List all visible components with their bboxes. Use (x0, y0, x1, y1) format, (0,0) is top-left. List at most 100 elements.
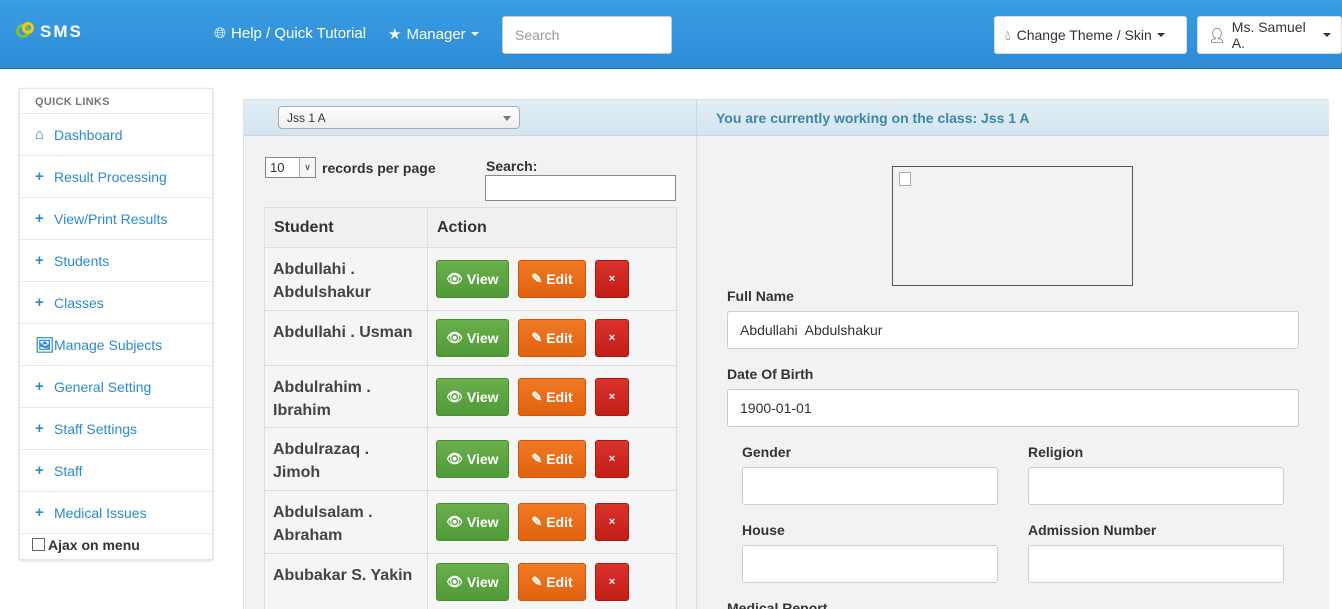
row-actions: 👁︎ View ✎ Edit × (427, 310, 677, 366)
eye-icon: 👁︎ (446, 514, 463, 529)
panel-header: Jss 1 A You are currently working on the… (244, 100, 1329, 136)
view-button[interactable]: 👁︎ View (436, 440, 509, 478)
sidebar-item-label: Staff (54, 462, 83, 479)
sidebar-item-result-processing[interactable]: + Result Processing (20, 155, 212, 197)
edit-button[interactable]: ✎ Edit (518, 440, 586, 478)
table-search-input[interactable] (485, 175, 676, 201)
user-menu[interactable]: 👤︎ Ms. Samuel A. (1197, 16, 1342, 54)
dropdown-arrow-icon (503, 116, 511, 121)
view-button[interactable]: 👁︎ View (436, 319, 509, 357)
edit-label: Edit (546, 573, 573, 590)
dob-field[interactable]: 1900-01-01 (727, 389, 1299, 427)
eye-icon: 👁︎ (446, 388, 463, 404)
edit-button[interactable]: ✎ Edit (518, 260, 586, 298)
search-input[interactable] (502, 16, 672, 54)
sidebar-item-label: Classes (54, 294, 104, 311)
sidebar-item-label: Medical Issues (54, 504, 147, 521)
sidebar-heading: QUICK LINKS (35, 96, 110, 108)
view-button[interactable]: 👁︎ View (436, 377, 509, 416)
star-icon: ★ (388, 26, 402, 43)
delete-button[interactable]: × (595, 319, 629, 357)
manager-menu-label: Manager (406, 25, 466, 43)
help-link[interactable]: 🌐︎ Help / Quick Tutorial (214, 25, 366, 42)
edit-button[interactable]: ✎ Edit (518, 319, 586, 357)
view-button[interactable]: 👁︎ View (436, 260, 509, 298)
edit-label: Edit (546, 271, 573, 287)
house-field[interactable] (742, 545, 998, 583)
view-button[interactable]: 👁︎ View (436, 503, 509, 541)
manager-menu[interactable]: ★ Manager (388, 25, 479, 43)
row-actions: 👁︎ View ✎ Edit × (427, 553, 677, 609)
plus-icon: + (35, 252, 44, 269)
home-icon: ⌂ (35, 126, 45, 143)
sidebar-item-medical-issues[interactable]: + Medical Issues (20, 491, 212, 533)
sidebar-item-general-setting[interactable]: + General Setting (20, 365, 212, 407)
column-header-student[interactable]: Student (264, 207, 428, 248)
full-name-field[interactable]: Abdullahi Abdulshakur (727, 311, 1299, 349)
row-actions: 👁︎ View ✎ Edit × (427, 247, 677, 311)
delete-label: × (608, 273, 616, 285)
class-select[interactable]: Jss 1 A (278, 106, 520, 129)
view-label: View (466, 388, 499, 405)
ajax-on-menu-checkbox[interactable]: Ajax on menu (20, 533, 212, 555)
change-theme-button[interactable]: 💧︎ Change Theme / Skin (994, 16, 1187, 54)
class-select-value: Jss 1 A (287, 111, 326, 125)
caret-down-icon (1323, 33, 1331, 37)
religion-field[interactable] (1028, 467, 1284, 505)
dob-value: 1900-01-01 (740, 400, 812, 416)
sidebar-item-label: Dashboard (54, 126, 123, 143)
row-actions: 👁︎ View ✎ Edit × (427, 427, 677, 491)
sidebar-item-dashboard[interactable]: ⌂ Dashboard (20, 113, 212, 155)
view-label: View (466, 573, 499, 590)
student-name: Abdullahi . Abdulshakur (264, 247, 428, 311)
main-panel: Jss 1 A You are currently working on the… (243, 99, 1329, 609)
sidebar-item-classes[interactable]: + Classes (20, 281, 212, 323)
checkbox-icon[interactable] (32, 538, 45, 551)
admission-number-field[interactable] (1028, 545, 1284, 583)
sidebar-item-manage-subjects[interactable]: 🖼︎ Manage Subjects (20, 323, 212, 365)
edit-icon: ✎ (531, 388, 543, 404)
sidebar-item-students[interactable]: + Students (20, 239, 212, 281)
full-name-label: Full Name (727, 288, 794, 304)
edit-button[interactable]: ✎ Edit (518, 562, 586, 601)
edit-label: Edit (546, 451, 573, 467)
eye-icon: 👁︎ (446, 573, 463, 589)
student-name: Abdulrahim . Ibrahim (264, 365, 428, 428)
delete-button[interactable]: × (595, 440, 629, 478)
table-search-label: Search: (486, 158, 538, 174)
medical-report-label: Medical Report (727, 600, 828, 609)
student-name: Abubakar S. Yakin (264, 553, 428, 609)
edit-label: Edit (546, 330, 573, 346)
plus-icon: + (35, 420, 44, 437)
view-button[interactable]: 👁︎ View (436, 562, 509, 601)
row-actions: 👁︎ View ✎ Edit × (427, 365, 677, 428)
full-name-value: Abdullahi Abdulshakur (740, 322, 883, 338)
delete-button[interactable]: × (595, 377, 629, 416)
view-label: View (466, 514, 499, 530)
table-row: Abubakar S. Yakin 👁︎ View ✎ Edit × (264, 553, 677, 609)
gender-field[interactable] (742, 467, 998, 505)
student-name: Abdulsalam . Abraham (264, 490, 428, 554)
view-label: View (466, 451, 499, 467)
table-row: Abdulrahim . Ibrahim 👁︎ View ✎ Edit × (264, 365, 677, 428)
sidebar-item-staff[interactable]: + Staff (20, 449, 212, 491)
caret-down-icon (1156, 33, 1165, 37)
delete-label: × (608, 575, 616, 588)
student-name: Abdulrazaq . Jimoh (264, 427, 428, 491)
delete-button[interactable]: × (595, 260, 629, 298)
student-detail-pane: Full Name Abdullahi Abdulshakur Date Of … (696, 136, 1329, 609)
edit-icon: ✎ (531, 573, 543, 589)
delete-button[interactable]: × (595, 562, 629, 601)
edit-button[interactable]: ✎ Edit (518, 377, 586, 416)
sidebar-item-view-print-results[interactable]: + View/Print Results (20, 197, 212, 239)
sidebar-item-label: Students (54, 252, 110, 269)
table-row: Abdullahi . Abdulshakur 👁︎ View ✎ Edit × (264, 247, 677, 311)
records-per-page: 10 ∨ records per page (265, 157, 436, 178)
edit-button[interactable]: ✎ Edit (518, 503, 586, 541)
change-theme-label: Change Theme / Skin (1016, 27, 1152, 43)
sidebar-item-staff-settings[interactable]: + Staff Settings (20, 407, 212, 449)
row-actions: 👁︎ View ✎ Edit × (427, 490, 677, 554)
delete-button[interactable]: × (595, 503, 629, 541)
brand[interactable]: SMS (16, 22, 83, 42)
records-per-page-select[interactable]: 10 ∨ (265, 157, 316, 178)
